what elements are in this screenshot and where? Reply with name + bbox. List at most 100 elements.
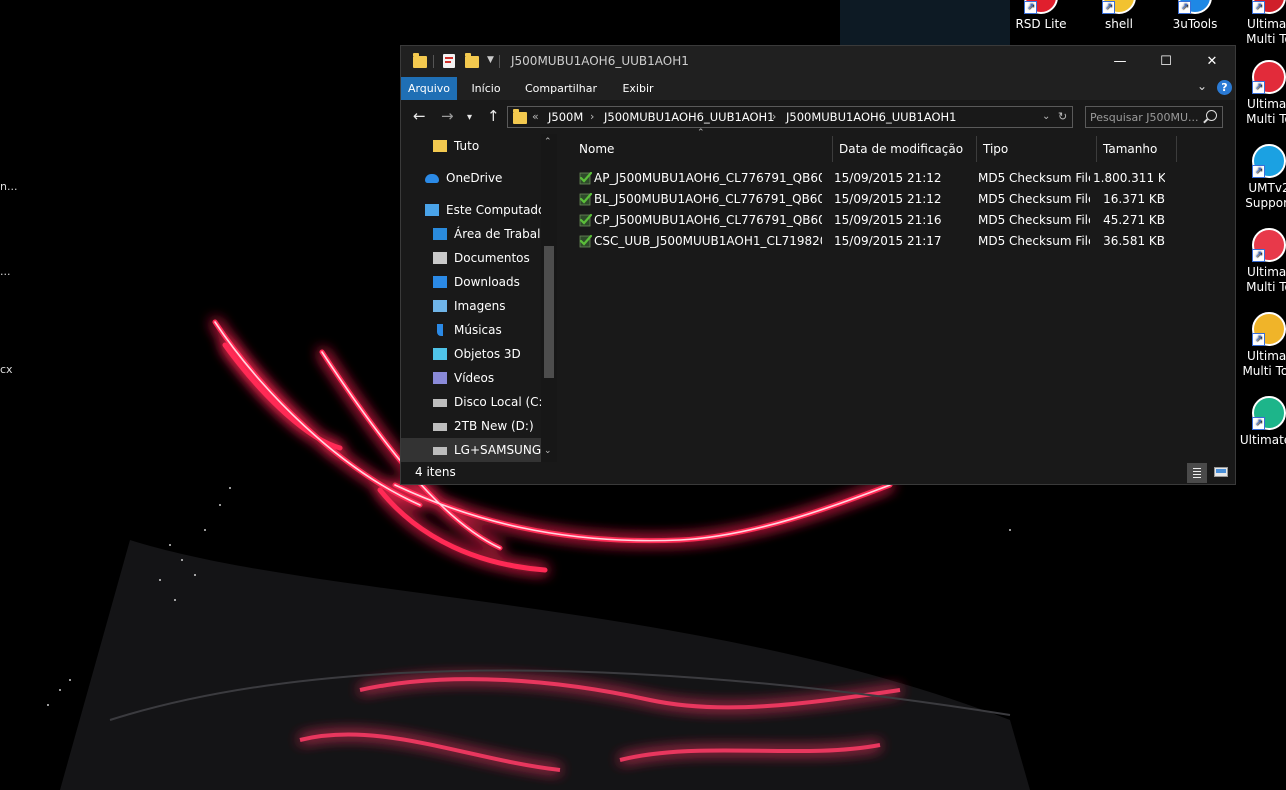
app-icon: ↗ — [1252, 228, 1286, 262]
refresh-icon[interactable]: ↻ — [1058, 110, 1067, 123]
nav-item-2tb-new-d[interactable]: 2TB New (D:) — [401, 414, 543, 438]
address-dropdown-icon[interactable]: ⌄ — [1042, 111, 1050, 122]
column-header-type[interactable]: Tipo — [983, 136, 1008, 162]
nav-item-imagens[interactable]: Imagens — [401, 294, 543, 318]
column-divider[interactable] — [832, 136, 833, 162]
nav-item-label: LG+SAMSUNG ( — [454, 443, 543, 457]
properties-icon[interactable] — [443, 54, 455, 68]
nav-item-este-computador[interactable]: Este Computador — [401, 198, 543, 222]
desktop-shortcut[interactable]: ↗ shell — [1082, 0, 1156, 32]
breadcrumb-separator-icon[interactable]: › — [772, 110, 776, 123]
checksum-file-icon — [579, 171, 593, 185]
file-row[interactable]: AP_J500MUBU1AOH6_CL776791_QB6069... 15/09… — [575, 168, 1171, 189]
maximize-button[interactable]: ☐ — [1143, 46, 1189, 77]
shortcut-arrow-icon: ↗ — [1252, 417, 1265, 430]
address-bar[interactable]: « J500M › J500MUBU1AOH6_UUB1AOH1 › J500M… — [507, 106, 1073, 128]
column-divider[interactable] — [1176, 136, 1177, 162]
computer-icon — [425, 204, 439, 216]
tab-exibir[interactable]: Exibir — [609, 77, 667, 100]
nav-item-label: 2TB New (D:) — [454, 419, 534, 433]
desktop-shortcut[interactable]: ↗ RSD Lite — [1004, 0, 1078, 32]
nav-item-documentos[interactable]: Documentos — [401, 246, 543, 270]
desktop-text-fragment: n... — [0, 180, 18, 193]
shortcut-arrow-icon: ↗ — [1178, 1, 1191, 14]
scrollbar-thumb[interactable] — [544, 246, 554, 378]
column-header-modified[interactable]: Data de modificação — [839, 136, 963, 162]
nav-item-tuto[interactable]: Tuto — [401, 134, 543, 158]
nav-item-label: Objetos 3D — [454, 347, 521, 361]
nav-item-objetos-3d[interactable]: Objetos 3D — [401, 342, 543, 366]
file-row[interactable]: BL_J500MUBU1AOH6_CL776791_QB6069... 15/09… — [575, 189, 1171, 210]
nav-item-m-sicas[interactable]: Músicas — [401, 318, 543, 342]
desktop-shortcut[interactable]: ↗ UMTv2Support — [1232, 144, 1286, 211]
file-name: CP_J500MUBU1AOH6_CL776791_QB6069... — [594, 213, 822, 227]
nav-item-lg-samsung[interactable]: LG+SAMSUNG ( — [401, 438, 543, 462]
search-icon[interactable] — [1206, 110, 1217, 121]
desktop-shortcut[interactable]: ↗ UltimatMulti Too — [1232, 312, 1286, 379]
file-row[interactable]: CP_J500MUBU1AOH6_CL776791_QB6069... 15/09… — [575, 210, 1171, 231]
large-icons-view-button[interactable] — [1211, 463, 1231, 483]
nav-item-downloads[interactable]: Downloads — [401, 270, 543, 294]
shortcut-arrow-icon: ↗ — [1252, 165, 1265, 178]
breadcrumb-separator-icon[interactable]: › — [590, 110, 594, 123]
search-input[interactable] — [1090, 109, 1200, 125]
file-name: AP_J500MUBU1AOH6_CL776791_QB6069... — [594, 171, 822, 185]
desktop-text-fragment: cx — [0, 363, 13, 376]
desktop-shortcut[interactable]: ↗ UltimateF — [1232, 396, 1286, 448]
help-icon[interactable]: ? — [1217, 80, 1232, 95]
tab-inicio[interactable]: Início — [459, 77, 513, 100]
shortcut-arrow-icon: ↗ — [1252, 1, 1265, 14]
minimize-button[interactable]: — — [1097, 46, 1143, 77]
close-button[interactable]: ✕ — [1189, 46, 1235, 77]
desktop-shortcut[interactable]: ↗ UltimatMulti To — [1232, 0, 1286, 47]
column-divider[interactable] — [976, 136, 977, 162]
app-icon: ↗ — [1252, 396, 1286, 430]
nav-item-onedrive[interactable]: OneDrive — [401, 166, 543, 190]
back-arrow-icon[interactable]: ← — [413, 108, 426, 124]
tab-arquivo[interactable]: Arquivo — [401, 77, 457, 100]
search-box[interactable] — [1085, 106, 1223, 128]
recent-locations-chevron-icon[interactable]: ▾ — [467, 110, 472, 126]
desktop-shortcut-label: RSD Lite — [1015, 17, 1067, 31]
nav-item--rea-de-trabalho[interactable]: Área de Trabalho — [401, 222, 543, 246]
breadcrumb-item[interactable]: J500MUBU1AOH6_UUB1AOH1 — [786, 110, 956, 124]
desktop-shortcut[interactable]: ↗ UltimatMulti To — [1232, 60, 1286, 127]
ribbon-tabs: Arquivo Início Compartilhar Exibir ⌄ ? — [401, 77, 1235, 100]
sort-ascending-icon: ⌃ — [697, 128, 705, 138]
navigation-pane-scrollbar[interactable]: ⌃ ⌄ — [541, 134, 557, 462]
quick-access-dropdown-icon[interactable]: ▼ — [487, 55, 494, 71]
breadcrumb-item[interactable]: J500MUBU1AOH6_UUB1AOH1 — [604, 110, 774, 124]
app-icon: ↗ — [1178, 0, 1212, 14]
breadcrumb-overflow[interactable]: « — [532, 110, 539, 123]
item-count: 4 itens — [415, 465, 456, 479]
title-bar[interactable]: ▼ J500MUBU1AOH6_UUB1AOH1 — ☐ ✕ — [401, 46, 1235, 77]
breadcrumb-item[interactable]: J500M — [548, 110, 583, 124]
file-modified: 15/09/2015 21:16 — [834, 213, 942, 227]
scroll-down-icon[interactable]: ⌄ — [544, 446, 552, 456]
column-header-name[interactable]: Nome — [579, 136, 614, 162]
column-divider[interactable] — [1096, 136, 1097, 162]
separator — [433, 55, 434, 68]
nav-item-disco-local-c[interactable]: Disco Local (C:) — [401, 390, 543, 414]
desktop-shortcut[interactable]: ↗ 3uTools — [1158, 0, 1232, 32]
file-row[interactable]: CSC_UUB_J500MUUB1AOH1_CL719820_... 15/09/… — [575, 231, 1171, 252]
nav-item-label: Área de Trabalho — [454, 227, 543, 241]
file-type: MD5 Checksum File — [978, 171, 1090, 185]
column-header-size[interactable]: Tamanho — [1103, 136, 1157, 162]
expand-ribbon-chevron-icon[interactable]: ⌄ — [1197, 79, 1207, 93]
up-arrow-icon[interactable]: ↑ — [487, 108, 500, 124]
details-view-button[interactable] — [1187, 463, 1207, 483]
scroll-up-icon[interactable]: ⌃ — [544, 137, 552, 147]
nav-item-v-deos[interactable]: Vídeos — [401, 366, 543, 390]
file-size: 45.271 KB — [1103, 213, 1165, 227]
file-size: 16.371 KB — [1103, 192, 1165, 206]
nav-item-label: Disco Local (C:) — [454, 395, 543, 409]
tab-compartilhar[interactable]: Compartilhar — [515, 77, 607, 100]
file-type: MD5 Checksum File — [978, 192, 1090, 206]
desktop-shortcut-label: Multi Too — [1242, 364, 1286, 378]
file-name: CSC_UUB_J500MUUB1AOH1_CL719820_... — [594, 234, 822, 248]
window-title: J500MUBU1AOH6_UUB1AOH1 — [511, 54, 689, 68]
forward-arrow-icon[interactable]: → — [441, 108, 454, 124]
file-modified: 15/09/2015 21:17 — [834, 234, 942, 248]
desktop-shortcut[interactable]: ↗ UltimatMulti To — [1232, 228, 1286, 295]
